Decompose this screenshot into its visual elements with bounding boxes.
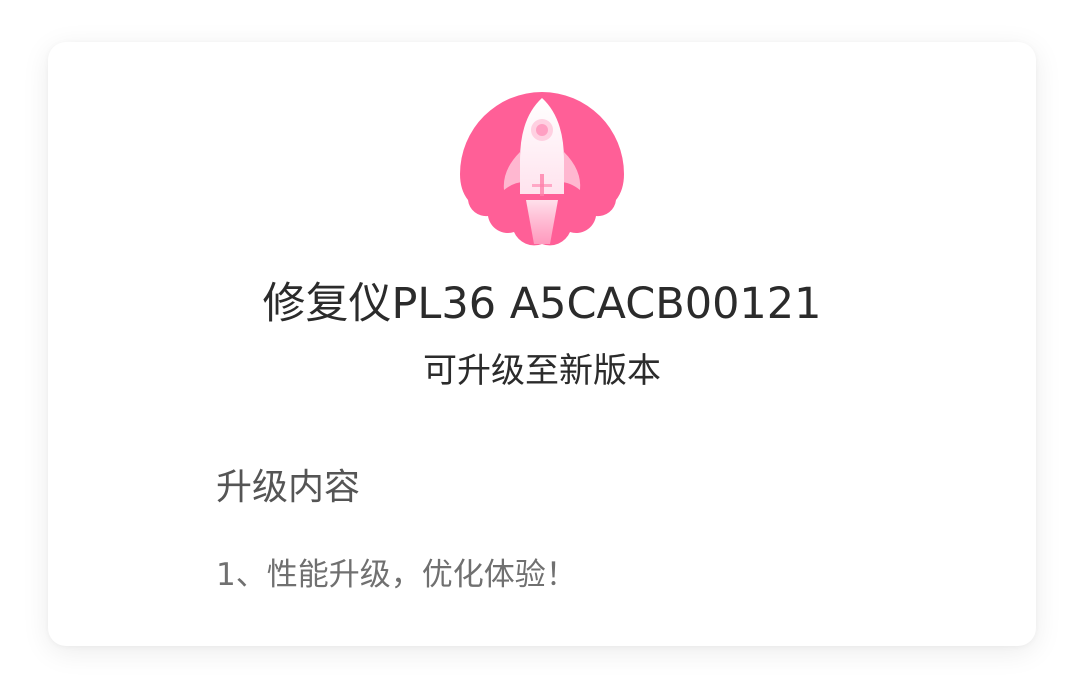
rocket-icon [458,90,626,248]
device-title: 修复仪PL36 A5CACB00121 [262,279,822,329]
update-content-item: 1、性能升级，优化体验！ [216,557,577,593]
update-dialog-card: 修复仪PL36 A5CACB00121 可升级至新版本 升级内容 1、性能升级，… [48,42,1036,646]
update-available-text: 可升级至新版本 [423,351,661,391]
update-content-heading: 升级内容 [216,467,361,508]
